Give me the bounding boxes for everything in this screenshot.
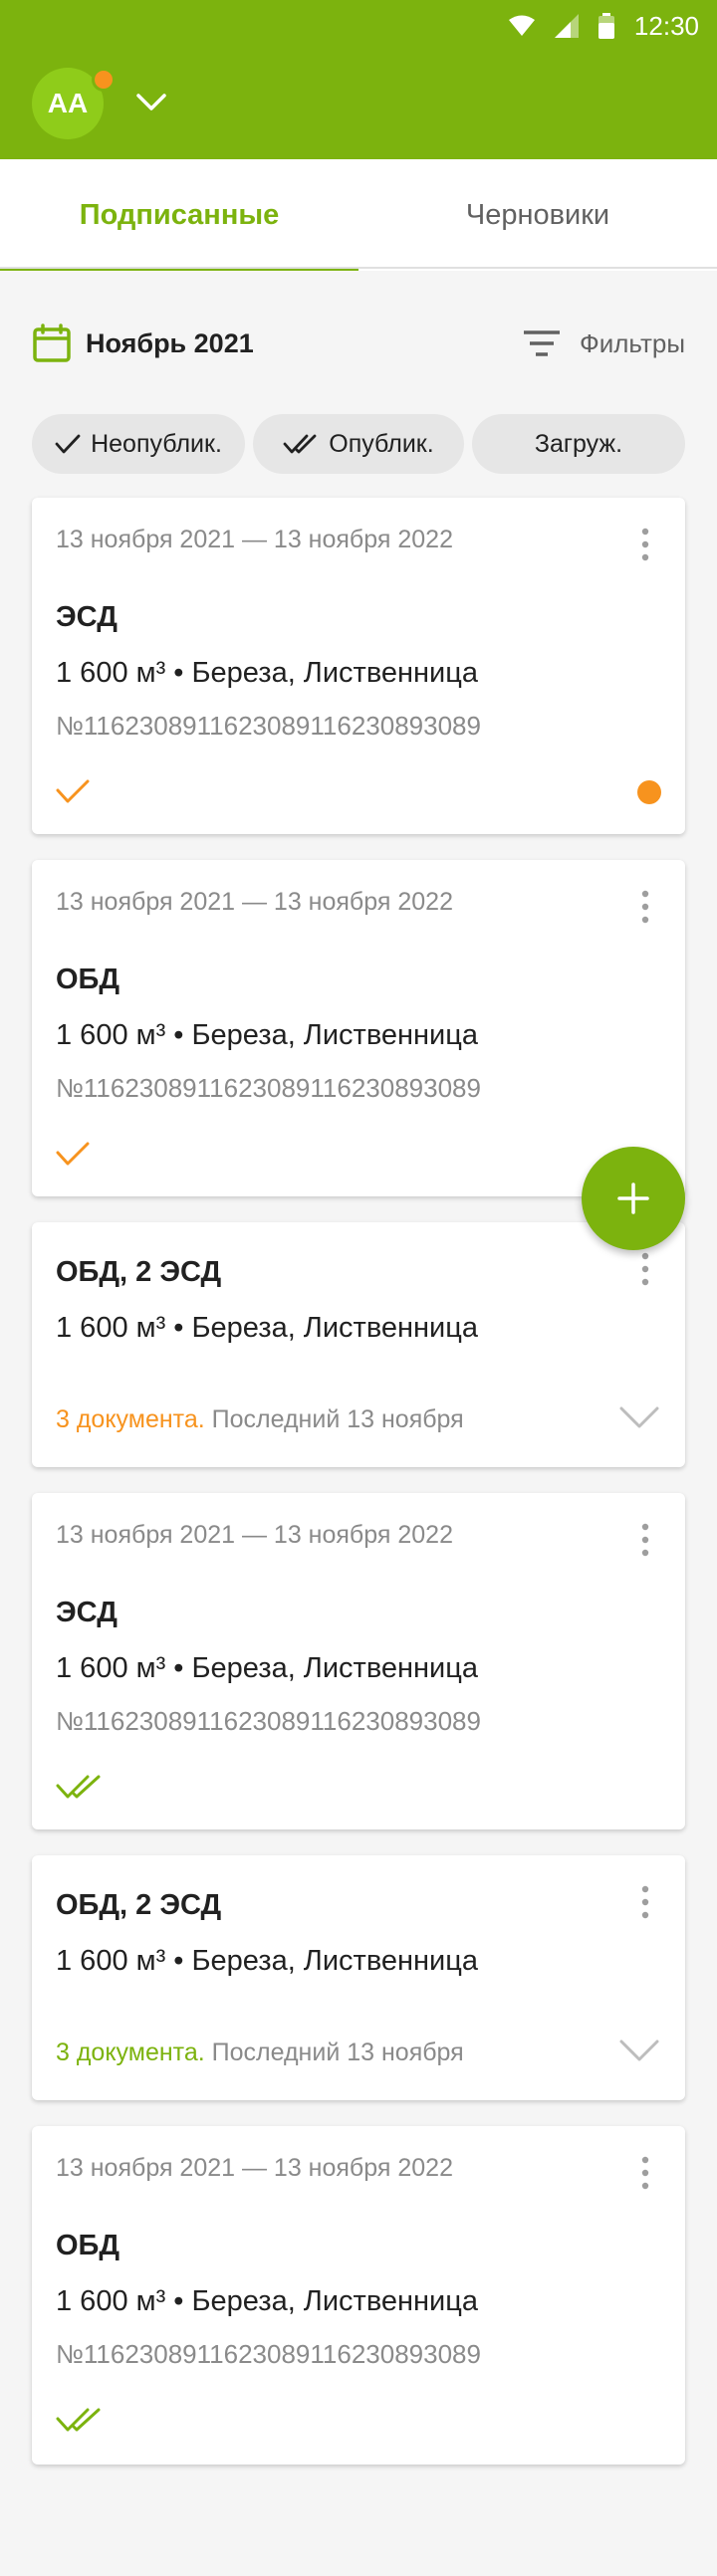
period-row: Ноябрь 2021 Фильтры (0, 309, 717, 378)
status-chips: Неопублик. Опублик. Загруж. (32, 414, 685, 474)
card-volume: 1 600 м³ • Береза, Лиственница (56, 1945, 478, 1977)
card-dates: 13 ноября 2021 — 13 ноября 2022 (56, 526, 453, 553)
wifi-icon (508, 15, 535, 36)
document-group-card[interactable]: ОБД, 2 ЭСД 1 600 м³ • Береза, Лиственниц… (32, 1222, 685, 1467)
tab-drafts[interactable]: Черновики (358, 159, 717, 271)
calendar-icon[interactable] (32, 323, 72, 363)
more-vert-icon[interactable] (641, 1252, 649, 1286)
card-docs-summary: 3 документа. Последний 13 ноября (56, 2039, 464, 2067)
filters-label: Фильтры (579, 327, 685, 358)
double-check-green-icon (56, 2408, 101, 2432)
card-volume: 1 600 м³ • Береза, Лиственница (56, 1312, 478, 1344)
filters-button[interactable]: Фильтры (523, 327, 685, 359)
chevron-down-icon[interactable] (619, 1405, 659, 1429)
more-vert-icon[interactable] (641, 890, 649, 924)
chevron-down-icon[interactable] (619, 2039, 659, 2062)
more-vert-icon[interactable] (641, 528, 649, 561)
battery-icon (598, 13, 614, 39)
card-type: ОБД, 2 ЭСД (56, 1889, 222, 1921)
double-check-green-icon (56, 1775, 101, 1799)
document-card[interactable]: 13 ноября 2021 — 13 ноября 2022 ЭСД 1 60… (32, 1493, 685, 1829)
document-card[interactable]: 13 ноября 2021 — 13 ноября 2022 ОБД 1 60… (32, 2126, 685, 2465)
document-card[interactable]: 13 ноября 2021 — 13 ноября 2022 ЭСД 1 60… (32, 498, 685, 834)
month-selector[interactable]: Ноябрь 2021 (86, 328, 254, 359)
double-check-icon (283, 434, 317, 454)
docs-count: 3 документа. (56, 2039, 205, 2066)
card-number: №116230891162308911623089​3089 (56, 2339, 481, 2369)
chip-label: Неопублик. (91, 429, 222, 458)
unread-dot (637, 780, 661, 804)
card-number: №116230891162308911623089​3089 (56, 1706, 481, 1736)
more-vert-icon[interactable] (641, 1885, 649, 1919)
docs-last: Последний 13 ноября (204, 1405, 464, 1433)
document-card[interactable]: 13 ноября 2021 — 13 ноября 2022 ОБД 1 60… (32, 860, 685, 1196)
check-icon (55, 434, 81, 454)
card-type: ОБД (56, 2230, 120, 2261)
card-number: №116230891162308911623089​3089 (56, 711, 481, 741)
plus-icon (617, 1182, 649, 1214)
more-vert-icon[interactable] (641, 2156, 649, 2190)
chip-uploaded[interactable]: Загруж. (472, 414, 685, 474)
card-dates: 13 ноября 2021 — 13 ноября 2022 (56, 1521, 453, 1549)
card-volume: 1 600 м³ • Береза, Лиственница (56, 657, 478, 689)
card-volume: 1 600 м³ • Береза, Лиственница (56, 1652, 478, 1684)
card-dates: 13 ноября 2021 — 13 ноября 2022 (56, 888, 453, 916)
card-number: №116230891162308911623089​3089 (56, 1073, 481, 1103)
filter-icon (523, 330, 560, 356)
tabs-divider (0, 267, 717, 269)
card-volume: 1 600 м³ • Береза, Лиственница (56, 1019, 478, 1051)
check-orange-icon (56, 779, 90, 803)
card-type: ЭСД (56, 1597, 118, 1628)
card-type: ОБД (56, 964, 120, 995)
chip-label: Опублик. (329, 429, 434, 458)
check-orange-icon (56, 1142, 90, 1166)
docs-count: 3 документа. (56, 1405, 205, 1433)
chip-label: Загруж. (534, 429, 623, 458)
tab-bar: Подписанные Черновики (0, 159, 717, 271)
more-vert-icon[interactable] (641, 1523, 649, 1557)
docs-last: Последний 13 ноября (204, 2039, 464, 2066)
chevron-down-icon[interactable] (135, 92, 167, 113)
chip-published[interactable]: Опублик. (253, 414, 464, 474)
tab-signed[interactable]: Подписанные (0, 159, 358, 271)
signal-icon (554, 14, 579, 38)
chip-unpublished[interactable]: Неопублик. (32, 414, 245, 474)
app-bar: 12:30 AA (0, 0, 717, 159)
add-document-button[interactable] (582, 1147, 685, 1250)
notification-dot (92, 68, 116, 92)
card-dates: 13 ноября 2021 — 13 ноября 2022 (56, 2154, 453, 2182)
status-bar: 12:30 (508, 8, 699, 44)
status-time: 12:30 (633, 10, 699, 41)
card-volume: 1 600 м³ • Береза, Лиственница (56, 2285, 478, 2317)
card-docs-summary: 3 документа. Последний 13 ноября (56, 1405, 464, 1434)
card-type: ЭСД (56, 601, 118, 633)
document-group-card[interactable]: ОБД, 2 ЭСД 1 600 м³ • Береза, Лиственниц… (32, 1855, 685, 2100)
card-type: ОБД, 2 ЭСД (56, 1256, 222, 1288)
